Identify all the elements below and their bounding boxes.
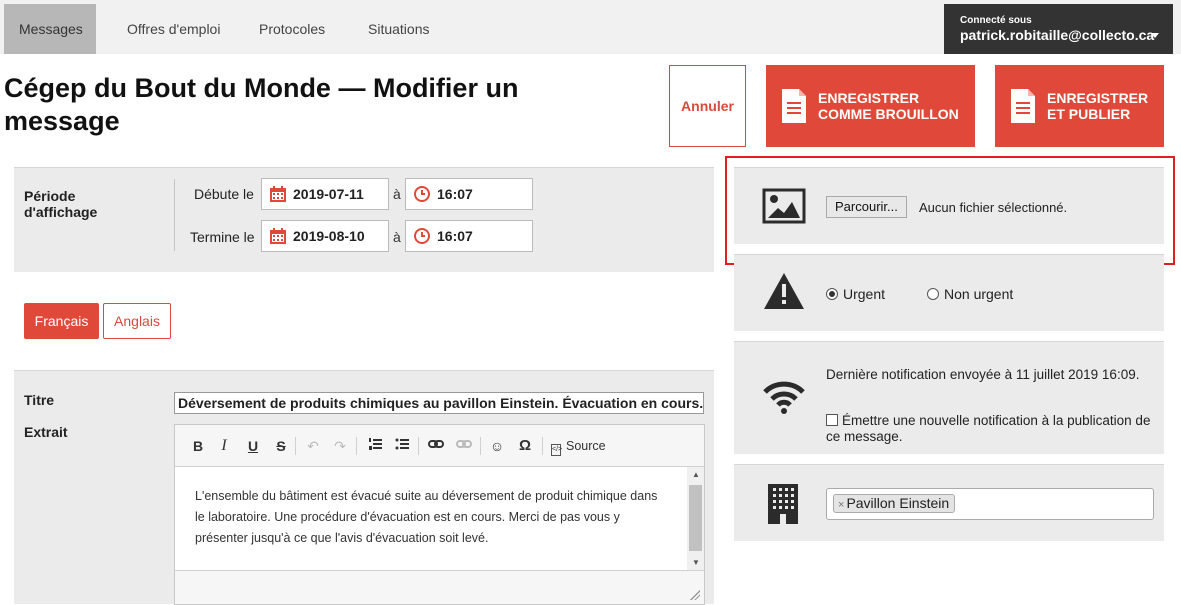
undo-icon[interactable]: ↶ — [305, 437, 321, 455]
scroll-down-icon[interactable]: ▼ — [692, 558, 700, 567]
numbered-list-icon[interactable] — [367, 437, 383, 455]
title-input[interactable]: Déversement de produits chimiques au pav… — [174, 392, 704, 414]
editor-scrollbar[interactable]: ▲ ▼ — [687, 467, 704, 570]
save-draft-line2: COMME BROUILLON — [818, 106, 959, 122]
clock-icon — [414, 228, 430, 244]
calendar-icon — [270, 228, 286, 244]
display-period-label: Période d'affichage — [24, 188, 97, 220]
at-label: à — [393, 186, 401, 202]
logged-in-label: Connecté sous — [960, 15, 1032, 26]
editor-toolbar: B I U S ↶ ↷ ☺ Ω </> Source — [175, 425, 704, 467]
start-date-field[interactable]: 2019-07-11 — [261, 178, 389, 210]
building-panel: × Pavillon Einstein — [734, 464, 1164, 541]
building-tag: × Pavillon Einstein — [833, 494, 956, 513]
display-period-label-line1: Période — [24, 188, 76, 204]
end-date-field[interactable]: 2019-08-10 — [261, 220, 389, 252]
chevron-down-icon — [1151, 33, 1159, 38]
display-period-label-line2: d'affichage — [24, 204, 98, 220]
document-icon — [1011, 89, 1035, 123]
tab-english[interactable]: Anglais — [103, 303, 171, 339]
page-title: Cégep du Bout du Monde — Modifier un mes… — [4, 73, 519, 136]
warning-icon — [764, 273, 804, 309]
clock-icon — [414, 186, 430, 202]
start-label: Débute le — [194, 186, 254, 202]
selection-highlight — [725, 156, 1175, 265]
rich-text-editor: B I U S ↶ ↷ ☺ Ω </> Source L'ensemble du… — [174, 424, 705, 605]
user-menu[interactable]: Connecté sous patrick.robitaille@collect… — [944, 4, 1173, 54]
building-select[interactable]: × Pavillon Einstein — [826, 488, 1154, 520]
divider — [174, 179, 175, 251]
end-time-value: 16:07 — [437, 228, 473, 244]
editor-footer — [175, 570, 704, 604]
bold-icon[interactable]: B — [191, 437, 205, 455]
source-label: Source — [566, 439, 606, 453]
scroll-up-icon[interactable]: ▲ — [692, 470, 700, 479]
notification-panel: Dernière notification envoyée à 11 juill… — [734, 341, 1164, 454]
tab-french[interactable]: Français — [24, 303, 99, 339]
user-email: patrick.robitaille@collecto.ca — [960, 27, 1155, 43]
link-icon[interactable] — [427, 437, 445, 455]
editor-body[interactable]: L'ensemble du bâtiment est évacué suite … — [175, 467, 687, 570]
send-notification-label: Émettre une nouvelle notification à la p… — [826, 413, 1151, 444]
at-label: à — [393, 229, 401, 245]
unlink-icon[interactable] — [455, 437, 473, 455]
toolbar-divider — [356, 437, 357, 455]
smiley-icon[interactable]: ☺ — [488, 437, 506, 455]
save-publish-line2: ET PUBLIER — [1047, 106, 1131, 122]
special-character-icon[interactable]: Ω — [516, 437, 534, 455]
priority-panel: Urgent Non urgent — [734, 254, 1164, 331]
remove-tag-icon[interactable]: × — [838, 499, 844, 511]
save-publish-button[interactable]: ENREGISTRER ET PUBLIER — [995, 65, 1164, 147]
last-notification-text: Dernière notification envoyée à 11 juill… — [826, 367, 1140, 382]
toolbar-divider — [542, 437, 543, 455]
save-publish-line1: ENREGISTRER — [1047, 90, 1149, 106]
tab-situations[interactable]: Situations — [353, 4, 444, 54]
wifi-icon — [763, 381, 805, 414]
not-urgent-label: Non urgent — [944, 286, 1014, 302]
building-tag-label: Pavillon Einstein — [846, 495, 950, 511]
start-time-value: 16:07 — [437, 186, 473, 202]
scrollbar-thumb[interactable] — [689, 485, 702, 551]
start-date-value: 2019-07-11 — [293, 186, 364, 202]
top-navigation: Messages Offres d'emploi Protocoles Situ… — [0, 0, 1181, 54]
strikethrough-icon[interactable]: S — [274, 437, 288, 455]
message-content-panel: Titre Déversement de produits chimiques … — [14, 370, 714, 605]
tab-protocols[interactable]: Protocoles — [244, 4, 340, 54]
title-label: Titre — [24, 392, 55, 408]
bullet-list-icon[interactable] — [394, 437, 410, 455]
tab-job-offers[interactable]: Offres d'emploi — [112, 4, 235, 54]
toolbar-divider — [480, 437, 481, 455]
save-draft-button[interactable]: ENREGISTRER COMME BROUILLON — [766, 65, 975, 147]
building-icon — [768, 484, 798, 524]
source-icon: </> — [551, 444, 562, 456]
start-time-field[interactable]: 16:07 — [405, 178, 533, 210]
save-draft-line1: ENREGISTRER — [818, 90, 920, 106]
end-date-value: 2019-08-10 — [293, 228, 365, 244]
tab-messages[interactable]: Messages — [4, 4, 96, 54]
display-period-panel: Période d'affichage Débute le 2019-07-11… — [14, 167, 714, 272]
cancel-button[interactable]: Annuler — [669, 65, 746, 147]
toolbar-divider — [418, 437, 419, 455]
document-icon — [782, 89, 806, 123]
not-urgent-radio[interactable] — [927, 288, 939, 300]
underline-icon[interactable]: U — [246, 437, 260, 455]
resize-handle-icon[interactable] — [690, 590, 700, 600]
calendar-icon — [270, 186, 286, 202]
end-label: Termine le — [190, 229, 255, 245]
redo-icon[interactable]: ↷ — [332, 437, 348, 455]
urgent-radio[interactable] — [826, 288, 838, 300]
source-button[interactable]: </> Source — [551, 437, 613, 456]
urgent-label: Urgent — [843, 286, 886, 302]
end-time-field[interactable]: 16:07 — [405, 220, 533, 252]
excerpt-label: Extrait — [24, 424, 68, 440]
toolbar-divider — [295, 437, 296, 455]
italic-icon[interactable]: I — [218, 437, 230, 455]
